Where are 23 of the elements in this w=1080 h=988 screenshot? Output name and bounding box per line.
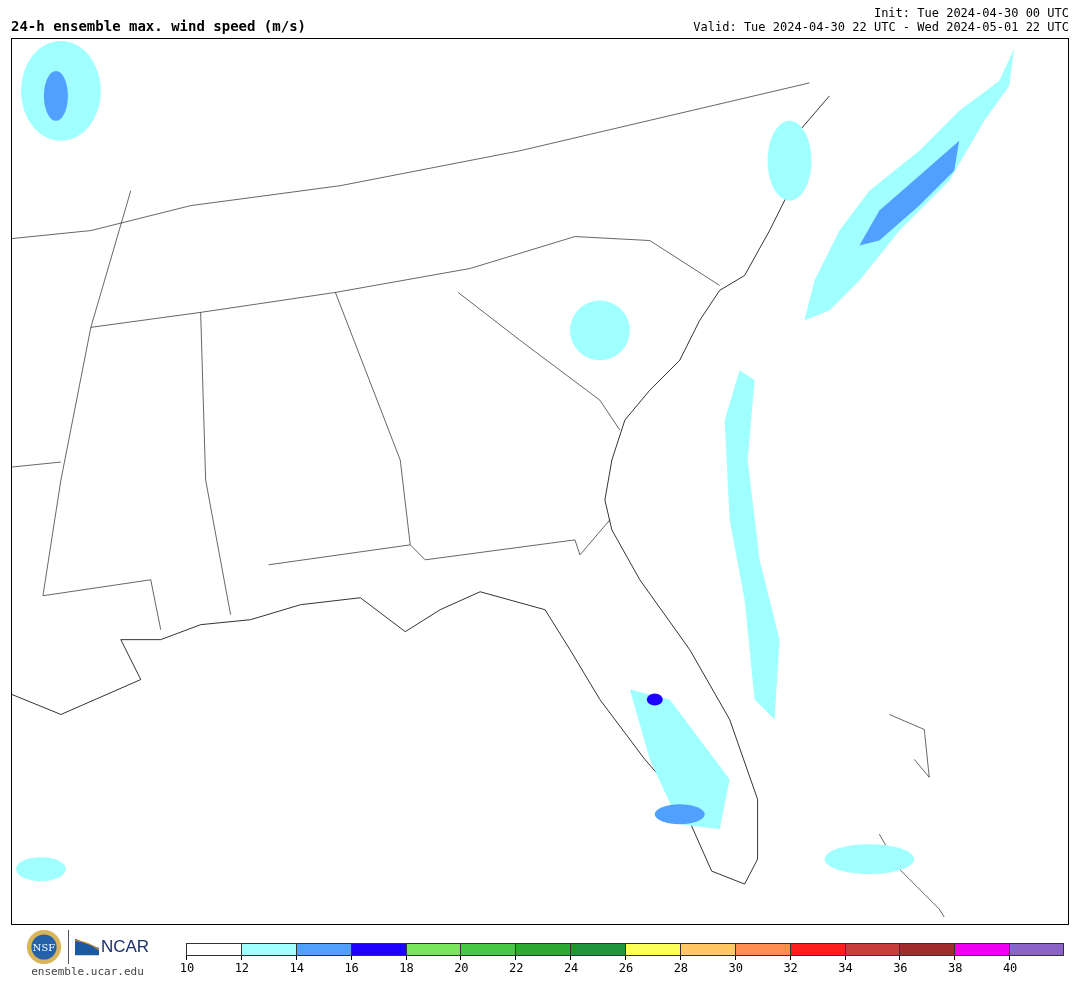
site-url: ensemble.ucar.edu: [31, 965, 144, 978]
valid-time: Valid: Tue 2024-04-30 22 UTC - Wed 2024-05-01 22 UTC: [693, 20, 1069, 34]
colorbar-tick-label: 12: [234, 961, 250, 975]
colorbar-tick-label: 22: [509, 961, 524, 975]
swoosh-logo-icon: [74, 938, 99, 956]
colorbar-tick-label: 40: [1002, 961, 1018, 975]
init-time: Init: Tue 2024-04-30 00 UTC: [873, 6, 1069, 20]
colorbar-tick-label: 18: [399, 961, 414, 975]
ncar-logo-text: NCAR: [100, 937, 150, 957]
colorbar-tick-label: 36: [893, 961, 908, 975]
nsf-logo-text: NSF: [32, 941, 56, 953]
colorbar-tick-label: 30: [728, 961, 743, 975]
colorbar-tick-label: 28: [673, 961, 689, 975]
colorbar-tick-label: 38: [948, 961, 963, 975]
colorbar-tick-label: 32: [783, 961, 798, 975]
colorbar-tick-label: 26: [618, 961, 634, 975]
colorbar-tick-label: 24: [563, 961, 579, 975]
colorbar-tick-label: 34: [838, 961, 853, 975]
colorbar-tick-label: 14: [289, 961, 304, 975]
colorbar-tick-label: 10: [179, 961, 195, 975]
chart-title: 24-h ensemble max. wind speed (m/s): [11, 18, 306, 34]
colorbar-tick-label: 20: [454, 961, 469, 975]
colorbar-tick-label: 16: [344, 961, 359, 975]
